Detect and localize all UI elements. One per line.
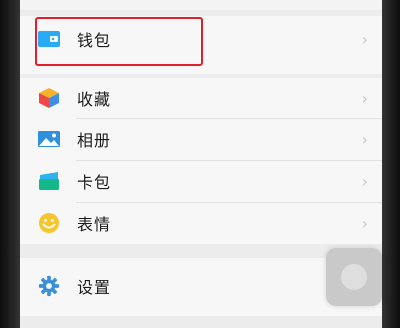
chevron-right-icon: › [361,89,368,108]
favorites-cube-icon [37,87,61,109]
album-image-icon [37,128,61,150]
main-menu-section: 收藏 › 相册 › 卡包 › 表情 › [20,78,382,244]
menu-item-label: 卡包 [77,173,112,192]
menu-item-label: 收藏 [77,90,112,109]
chevron-right-icon: › [361,214,368,233]
gear-icon [37,275,61,297]
phone-bezel-right [380,0,400,328]
assistive-touch-dot [341,264,367,290]
smiley-icon [37,212,61,234]
menu-item-cards[interactable]: 卡包 › [20,161,382,201]
menu-item-label: 表情 [77,215,112,234]
chevron-right-icon: › [361,172,368,191]
menu-item-label: 设置 [77,278,112,297]
me-menu-screen: 钱包 › 收藏 › 相册 › 卡包 › 表情 › 设置 [20,0,382,328]
chevron-right-icon: › [361,30,368,49]
menu-item-stickers[interactable]: 表情 › [20,203,382,243]
phone-bezel-left [0,0,22,328]
highlight-box [35,17,203,66]
menu-item-favorites[interactable]: 收藏 › [20,78,382,118]
chevron-right-icon: › [361,130,368,149]
menu-item-label: 相册 [77,131,112,150]
card-pack-icon [37,170,61,192]
assistive-touch-button[interactable] [326,248,382,306]
top-strip [20,0,382,10]
menu-item-album[interactable]: 相册 › [20,119,382,159]
